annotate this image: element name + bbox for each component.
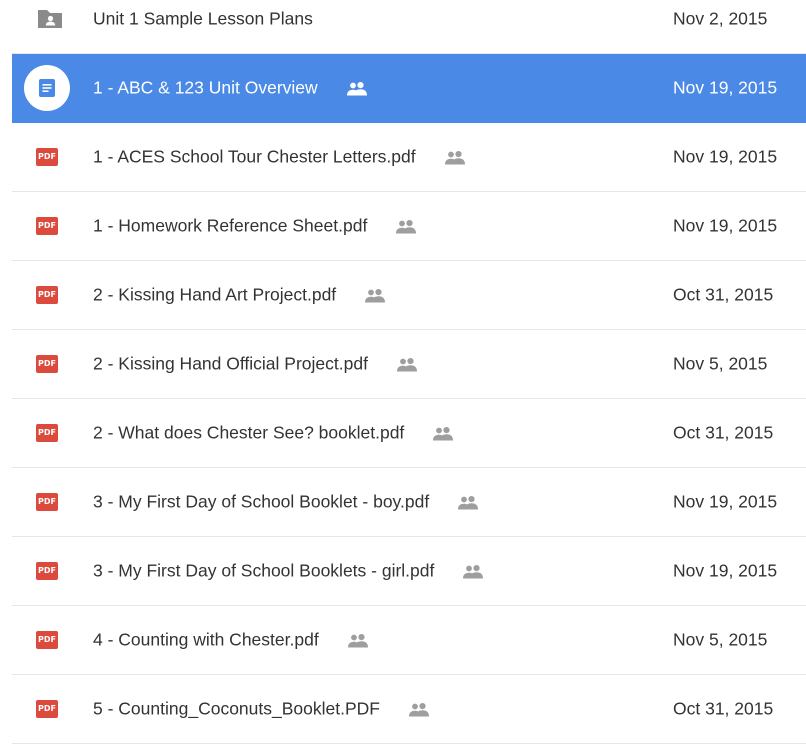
file-name-cell: 5 - Counting_Coconuts_Booklet.PDF	[93, 699, 430, 720]
pdf-badge-label: PDF	[36, 700, 58, 718]
google-doc-icon	[24, 65, 70, 111]
file-name: 1 - ACES School Tour Chester Letters.pdf	[93, 146, 416, 167]
file-modified-date: Nov 19, 2015	[673, 146, 778, 167]
pdf-icon: PDF	[36, 217, 58, 235]
pdf-icon: PDF	[36, 424, 58, 442]
file-name: 2 - What does Chester See? booklet.pdf	[93, 422, 405, 443]
file-row[interactable]: PDF 2 - What does Chester See? booklet.pd…	[12, 399, 806, 468]
file-name-cell: 1 - ABC & 123 Unit Overview	[93, 78, 368, 99]
pdf-icon: PDF	[36, 493, 58, 511]
file-name: 3 - My First Day of School Booklet - boy…	[93, 491, 430, 512]
shared-people-icon	[457, 495, 479, 509]
shared-people-icon	[444, 150, 466, 164]
file-name-cell: 2 - Kissing Hand Official Project.pdf	[93, 354, 418, 375]
file-name: 2 - Kissing Hand Art Project.pdf	[93, 284, 337, 305]
file-name: 1 - ABC & 123 Unit Overview	[93, 77, 318, 98]
file-name-cell: 3 - My First Day of School Booklet - boy…	[93, 492, 479, 513]
file-modified-date: Nov 19, 2015	[673, 560, 778, 581]
file-name-cell: 1 - ACES School Tour Chester Letters.pdf	[93, 147, 466, 168]
pdf-badge-label: PDF	[36, 493, 58, 511]
pdf-badge-label: PDF	[36, 286, 58, 304]
pdf-icon: PDF	[36, 286, 58, 304]
pdf-badge-label: PDF	[36, 217, 58, 235]
file-modified-date: Nov 2, 2015	[673, 8, 768, 29]
file-row[interactable]: PDF 4 - Counting with Chester.pdf Nov 5, 2…	[12, 606, 806, 675]
pdf-icon: PDF	[36, 700, 58, 718]
shared-folder-icon	[36, 8, 64, 30]
shared-people-icon	[347, 633, 369, 647]
file-name-cell: 3 - My First Day of School Booklets - gi…	[93, 561, 484, 582]
file-name: 5 - Counting_Coconuts_Booklet.PDF	[93, 698, 380, 719]
file-row[interactable]: PDF 2 - Kissing Hand Official Project.pdf…	[12, 330, 806, 399]
pdf-badge-label: PDF	[36, 631, 58, 649]
pdf-icon: PDF	[36, 355, 58, 373]
pdf-icon: PDF	[36, 631, 58, 649]
file-name: 2 - Kissing Hand Official Project.pdf	[93, 353, 368, 374]
file-row[interactable]: PDF 2 - Kissing Hand Art Project.pdf Oct 3…	[12, 261, 806, 330]
pdf-icon: PDF	[36, 148, 58, 166]
file-name-cell: 1 - Homework Reference Sheet.pdf	[93, 216, 417, 237]
pdf-badge-label: PDF	[36, 424, 58, 442]
file-modified-date: Nov 5, 2015	[673, 629, 768, 650]
shared-people-icon	[396, 357, 418, 371]
file-modified-date: Oct 31, 2015	[673, 422, 774, 443]
file-name-cell: 4 - Counting with Chester.pdf	[93, 630, 369, 651]
file-modified-date: Nov 19, 2015	[673, 491, 778, 512]
shared-people-icon	[346, 81, 368, 95]
file-row[interactable]: PDF 3 - My First Day of School Booklets -…	[12, 537, 806, 606]
shared-people-icon	[408, 702, 430, 716]
shared-people-icon	[364, 288, 386, 302]
pdf-badge-label: PDF	[36, 562, 58, 580]
file-name: Unit 1 Sample Lesson Plans	[93, 8, 313, 29]
file-modified-date: Oct 31, 2015	[673, 698, 774, 719]
file-row[interactable]: 1 - ABC & 123 Unit Overview Nov 19, 2015	[12, 54, 806, 123]
pdf-badge-label: PDF	[36, 355, 58, 373]
file-row[interactable]: PDF 5 - Counting_Coconuts_Booklet.PDF Oct …	[12, 675, 806, 744]
file-name-cell: 2 - What does Chester See? booklet.pdf	[93, 423, 454, 444]
file-row[interactable]: PDF 3 - My First Day of School Booklet - …	[12, 468, 806, 537]
shared-people-icon	[432, 426, 454, 440]
shared-people-icon	[395, 219, 417, 233]
file-list: Unit 1 Sample Lesson Plans Nov 2, 2015 1 -…	[0, 0, 806, 745]
file-modified-date: Nov 19, 2015	[673, 77, 778, 98]
file-row[interactable]: Unit 1 Sample Lesson Plans Nov 2, 2015	[12, 0, 806, 54]
pdf-badge-label: PDF	[36, 148, 58, 166]
file-modified-date: Nov 19, 2015	[673, 215, 778, 236]
file-row[interactable]: PDF 1 - Homework Reference Sheet.pdf Nov 1…	[12, 192, 806, 261]
file-modified-date: Nov 5, 2015	[673, 353, 768, 374]
file-name: 1 - Homework Reference Sheet.pdf	[93, 215, 368, 236]
file-name-cell: 2 - Kissing Hand Art Project.pdf	[93, 285, 386, 306]
pdf-icon: PDF	[36, 562, 58, 580]
file-row[interactable]: PDF 1 - ACES School Tour Chester Letters.…	[12, 123, 806, 192]
file-name: 3 - My First Day of School Booklets - gi…	[93, 560, 435, 581]
file-modified-date: Oct 31, 2015	[673, 284, 774, 305]
file-name: 4 - Counting with Chester.pdf	[93, 629, 319, 650]
shared-people-icon	[462, 564, 484, 578]
file-name-cell: Unit 1 Sample Lesson Plans	[93, 9, 313, 30]
